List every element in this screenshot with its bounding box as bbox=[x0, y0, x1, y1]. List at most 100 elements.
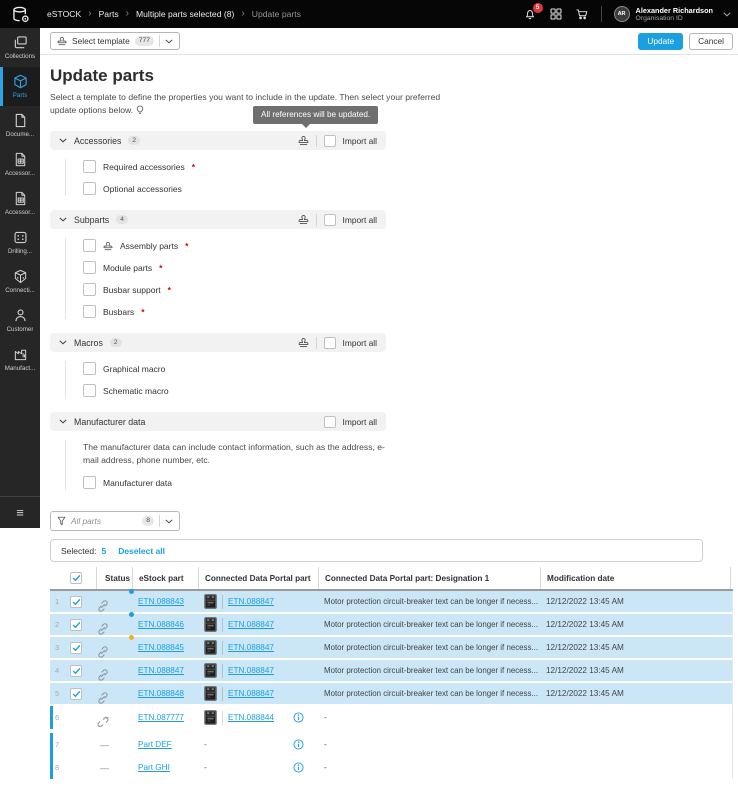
column-header-status[interactable]: Status bbox=[96, 567, 132, 589]
row-checkbox[interactable] bbox=[70, 641, 82, 654]
status-cell: — bbox=[96, 612, 134, 636]
cdp-part-link[interactable]: ETN.088847 bbox=[228, 689, 274, 698]
property-label: Assembly parts bbox=[120, 240, 179, 251]
column-header-modification-date[interactable]: Modification date bbox=[540, 567, 730, 589]
estock-part-link[interactable]: ETN.087777 bbox=[138, 713, 184, 722]
table-row[interactable]: 5 — ETN.088848 ETN.088847 Motor protecti… bbox=[50, 683, 732, 706]
status-cell: — bbox=[100, 763, 109, 773]
table-row[interactable]: 4 — ETN.088847 ETN.088847 Motor protecti… bbox=[50, 660, 732, 683]
row-number: 8 bbox=[55, 763, 60, 772]
table-header: Status eStock part Connected Data Portal… bbox=[50, 567, 733, 591]
property-checkbox[interactable] bbox=[83, 261, 96, 274]
notifications-button[interactable]: 5 bbox=[523, 3, 543, 21]
section-title: Accessories bbox=[74, 135, 122, 146]
user-menu[interactable]: AR Alexander Richardson Organisation ID bbox=[613, 6, 731, 23]
breadcrumb-item-selection[interactable]: Multiple parts selected (8) bbox=[136, 9, 234, 19]
estock-part-link[interactable]: ETN.088847 bbox=[138, 666, 184, 675]
property-option: Required accessories * bbox=[83, 160, 386, 173]
table-row[interactable]: 7 — Part DEF - - bbox=[50, 733, 732, 756]
estock-part-link[interactable]: ETN.088848 bbox=[138, 689, 184, 698]
property-checkbox[interactable] bbox=[83, 476, 96, 489]
breadcrumb-item-parts[interactable]: Parts bbox=[99, 9, 119, 19]
status-cell: — bbox=[96, 668, 132, 682]
deselect-all-link[interactable]: Deselect all bbox=[118, 546, 165, 556]
sidebar-item[interactable]: Parts bbox=[0, 67, 40, 106]
property-checkbox[interactable] bbox=[83, 305, 96, 318]
status-dot bbox=[129, 612, 134, 617]
estock-part-link[interactable]: ETN.088845 bbox=[138, 643, 184, 652]
cdp-part-link[interactable]: ETN.088847 bbox=[228, 666, 274, 675]
select-template-dropdown[interactable]: Select template 777 bbox=[50, 32, 181, 50]
section-header[interactable]: Accessories 2 Import all bbox=[50, 131, 386, 150]
property-option: Graphical macro * bbox=[83, 362, 386, 375]
sidebar-item-icon bbox=[13, 152, 28, 167]
divider bbox=[159, 515, 160, 527]
broken-link-status-icon bbox=[96, 715, 110, 729]
property-checkbox[interactable] bbox=[83, 182, 96, 195]
sidebar-item[interactable]: Customer bbox=[0, 301, 40, 340]
row-checkbox[interactable] bbox=[70, 618, 82, 631]
sidebar-item[interactable]: Docume... bbox=[0, 106, 40, 145]
sidebar-item[interactable]: Manufact... bbox=[0, 340, 40, 379]
app-logo[interactable] bbox=[0, 4, 40, 25]
estock-part-link[interactable]: ETN.088843 bbox=[138, 597, 184, 606]
import-all-checkbox[interactable] bbox=[323, 415, 336, 428]
designation-cell: Motor protection circuit-breaker text ca… bbox=[324, 597, 539, 606]
section-header[interactable]: Subparts 4 Import all bbox=[50, 210, 386, 229]
property-checkbox[interactable] bbox=[83, 362, 96, 375]
sidebar-item-icon bbox=[13, 191, 28, 206]
cdp-part-link[interactable]: ETN.088847 bbox=[228, 643, 274, 652]
sidebar-item-icon bbox=[13, 308, 28, 323]
cart-button[interactable] bbox=[575, 7, 589, 21]
section-description: The manufacturer data can include contac… bbox=[83, 442, 385, 465]
estock-part-link[interactable]: Part GHI bbox=[138, 763, 170, 772]
import-all-checkbox[interactable] bbox=[323, 134, 336, 147]
sidebar-item[interactable]: Accessor... bbox=[0, 145, 40, 184]
property-checkbox[interactable] bbox=[83, 384, 96, 397]
row-number: 2 bbox=[55, 620, 60, 629]
info-icon[interactable] bbox=[293, 762, 304, 773]
sidebar-item-icon bbox=[13, 113, 28, 128]
import-all-checkbox[interactable] bbox=[323, 336, 336, 349]
property-checkbox[interactable] bbox=[83, 239, 96, 252]
cdp-part-link[interactable]: ETN.088844 bbox=[228, 713, 274, 722]
table-row[interactable]: 1 — ETN.088843 ETN.088847 Motor protecti… bbox=[50, 589, 732, 614]
column-header-cdp-part[interactable]: Connected Data Portal part bbox=[198, 567, 318, 589]
cancel-button[interactable]: Cancel bbox=[689, 32, 733, 50]
cdp-part-link[interactable]: ETN.088847 bbox=[228, 620, 274, 629]
section-header[interactable]: Macros 2 Import all bbox=[50, 333, 386, 352]
divider bbox=[222, 640, 223, 655]
property-checkbox[interactable] bbox=[83, 283, 96, 296]
required-asterisk: * bbox=[191, 161, 196, 172]
sidebar-collapse-button[interactable]: ≡ bbox=[0, 496, 40, 528]
cdp-part-link[interactable]: ETN.088847 bbox=[228, 597, 274, 606]
property-label: Optional accessories bbox=[103, 183, 182, 194]
info-icon[interactable] bbox=[293, 739, 304, 750]
property-checkbox[interactable] bbox=[83, 160, 96, 173]
estock-part-link[interactable]: ETN.088846 bbox=[138, 620, 184, 629]
section-header[interactable]: Manufacturer data Import all bbox=[50, 412, 386, 431]
sidebar-item[interactable]: Connecti... bbox=[0, 262, 40, 301]
row-checkbox[interactable] bbox=[70, 595, 82, 608]
select-all-checkbox[interactable] bbox=[70, 572, 82, 584]
sidebar-item[interactable]: Drilling... bbox=[0, 223, 40, 262]
apps-menu-button[interactable] bbox=[549, 7, 563, 21]
breadcrumb-item-estock[interactable]: eSTOCK bbox=[47, 9, 81, 19]
column-header-designation[interactable]: Connected Data Portal part: Designation … bbox=[318, 567, 540, 589]
parts-filter-dropdown[interactable]: All parts 8 bbox=[50, 511, 180, 531]
chevron-down-icon bbox=[165, 519, 173, 524]
table-row[interactable]: 3 — ETN.088845 ETN.088847 Motor protecti… bbox=[50, 635, 732, 660]
table-row[interactable]: 8 — Part GHI - - bbox=[50, 756, 732, 779]
row-checkbox[interactable] bbox=[70, 664, 82, 677]
table-row[interactable]: 2 — ETN.088846 ETN.088847 Motor protecti… bbox=[50, 612, 732, 637]
sidebar-item[interactable]: Accessor... bbox=[0, 184, 40, 223]
estock-part-link[interactable]: Part DEF bbox=[138, 740, 172, 749]
table-row[interactable]: 6 — ETN.087777 ETN.088844 - bbox=[50, 706, 732, 729]
chevron-down-icon bbox=[59, 340, 67, 345]
row-checkbox[interactable] bbox=[70, 687, 82, 700]
import-all-checkbox[interactable] bbox=[323, 213, 336, 226]
column-header-estock-part[interactable]: eStock part bbox=[132, 567, 198, 589]
info-icon[interactable] bbox=[293, 712, 304, 723]
sidebar-item[interactable]: Collections bbox=[0, 28, 40, 67]
update-button[interactable]: Update bbox=[638, 32, 684, 50]
